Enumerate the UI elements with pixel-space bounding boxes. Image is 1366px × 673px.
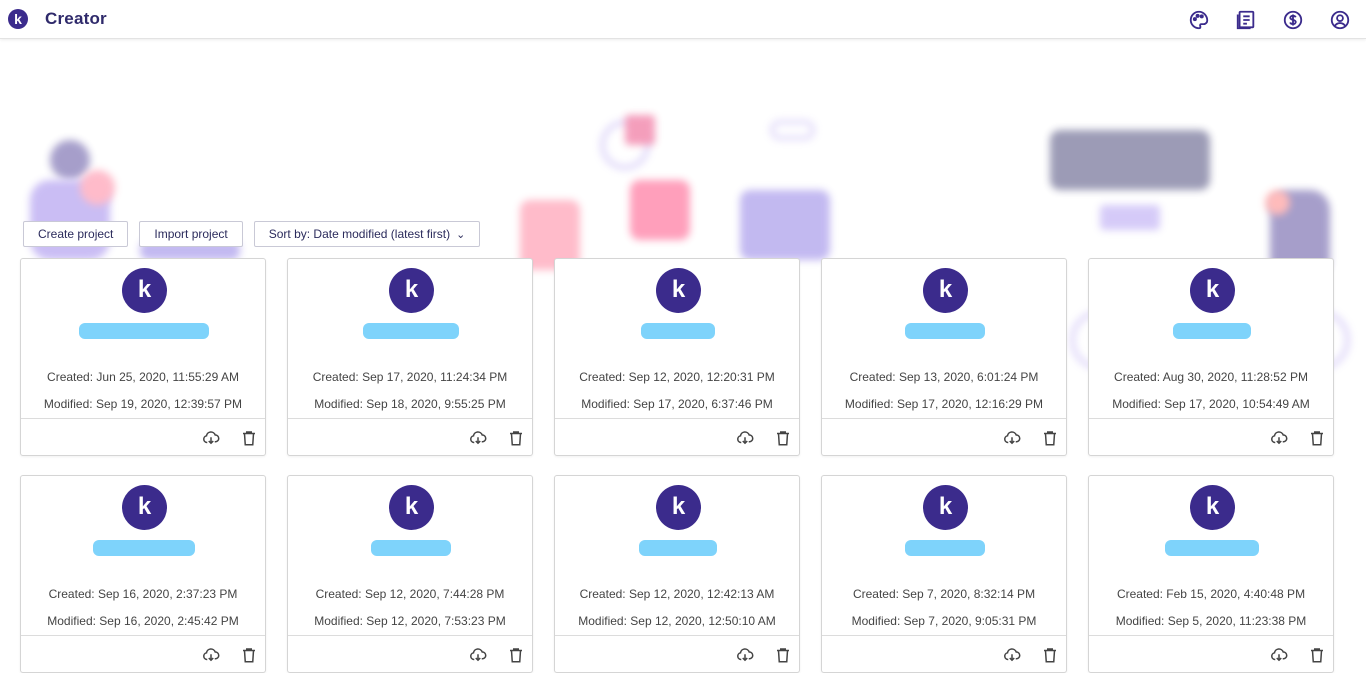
project-name-redacted[interactable] [1165, 540, 1259, 556]
project-avatar[interactable]: k [656, 268, 701, 313]
card-footer [555, 635, 799, 673]
trash-icon[interactable] [1040, 645, 1060, 665]
chevron-down-icon: ⌄ [456, 228, 466, 241]
trash-icon[interactable] [239, 428, 259, 448]
project-modified-date: Modified: Sep 19, 2020, 12:39:57 PM [43, 397, 243, 411]
trash-icon[interactable] [1040, 428, 1060, 448]
download-icon[interactable] [201, 428, 221, 448]
card-footer [822, 418, 1066, 456]
project-modified-date: Modified: Sep 17, 2020, 6:37:46 PM [581, 397, 773, 411]
project-toolbar: Create project Import project Sort by: D… [23, 221, 481, 247]
project-created-date: Created: Aug 30, 2020, 11:28:52 PM [1114, 370, 1308, 384]
project-name-redacted[interactable] [79, 323, 209, 339]
project-created-date: Created: Sep 17, 2020, 11:24:34 PM [312, 370, 508, 384]
project-avatar[interactable]: k [923, 268, 968, 313]
project-modified-date: Modified: Sep 7, 2020, 9:05:31 PM [851, 614, 1037, 628]
project-name-redacted[interactable] [641, 323, 715, 339]
project-created-date: Created: Sep 13, 2020, 6:01:24 PM [849, 370, 1039, 384]
trash-icon[interactable] [773, 645, 793, 665]
project-modified-date: Modified: Sep 18, 2020, 9:55:25 PM [314, 397, 506, 411]
project-card[interactable]: k Created: Feb 15, 2020, 4:40:48 PM Modifi… [1088, 475, 1334, 673]
download-icon[interactable] [1002, 428, 1022, 448]
top-bar: k Creator [0, 0, 1366, 39]
sort-label: Sort by: Date modified (latest first) [268, 227, 451, 241]
project-created-date: Created: Sep 12, 2020, 12:20:31 PM [579, 370, 775, 384]
project-name-redacted[interactable] [905, 323, 985, 339]
trash-icon[interactable] [773, 428, 793, 448]
project-created-date: Created: Sep 12, 2020, 7:44:28 PM [315, 587, 505, 601]
project-modified-date: Modified: Sep 16, 2020, 2:45:42 PM [47, 614, 239, 628]
import-project-button[interactable]: Import project [139, 221, 243, 247]
project-created-date: Created: Sep 7, 2020, 8:32:14 PM [852, 587, 1036, 601]
download-icon[interactable] [1269, 645, 1289, 665]
download-icon[interactable] [468, 645, 488, 665]
project-avatar[interactable]: k [389, 268, 434, 313]
download-icon[interactable] [735, 428, 755, 448]
download-icon[interactable] [1002, 645, 1022, 665]
project-name-redacted[interactable] [363, 323, 459, 339]
download-icon[interactable] [468, 428, 488, 448]
project-avatar[interactable]: k [656, 485, 701, 530]
project-name-redacted[interactable] [1173, 323, 1251, 339]
card-footer [21, 418, 265, 456]
card-footer [288, 635, 532, 673]
account-icon[interactable] [1328, 8, 1352, 32]
project-card[interactable]: k Created: Jun 25, 2020, 11:55:29 AM Modif… [20, 258, 266, 456]
project-name-redacted[interactable] [371, 540, 451, 556]
trash-icon[interactable] [506, 645, 526, 665]
project-created-date: Created: Sep 16, 2020, 2:37:23 PM [48, 587, 238, 601]
app-title[interactable]: Creator [45, 9, 107, 29]
card-footer [288, 418, 532, 456]
card-footer [1089, 418, 1333, 456]
project-name-redacted[interactable] [639, 540, 717, 556]
project-avatar[interactable]: k [122, 268, 167, 313]
sort-dropdown[interactable]: Sort by: Date modified (latest first) ⌄ [253, 221, 481, 247]
project-created-date: Created: Feb 15, 2020, 4:40:48 PM [1116, 587, 1306, 601]
document-list-icon[interactable] [1234, 8, 1258, 32]
project-avatar[interactable]: k [923, 485, 968, 530]
project-modified-date: Modified: Sep 17, 2020, 12:16:29 PM [844, 397, 1044, 411]
project-card[interactable]: k Created: Sep 7, 2020, 8:32:14 PM Modifie… [821, 475, 1067, 673]
project-name-redacted[interactable] [905, 540, 985, 556]
project-name-redacted[interactable] [93, 540, 195, 556]
project-created-date: Created: Sep 12, 2020, 12:42:13 AM [579, 587, 775, 601]
create-project-button[interactable]: Create project [23, 221, 129, 247]
palette-icon[interactable] [1187, 8, 1211, 32]
download-icon[interactable] [1269, 428, 1289, 448]
project-modified-date: Modified: Sep 12, 2020, 7:53:23 PM [314, 614, 506, 628]
project-modified-date: Modified: Sep 12, 2020, 12:50:10 AM [578, 614, 776, 628]
card-footer [555, 418, 799, 456]
project-modified-date: Modified: Sep 5, 2020, 11:23:38 PM [1115, 614, 1307, 628]
project-created-date: Created: Jun 25, 2020, 11:55:29 AM [47, 370, 239, 384]
project-card[interactable]: k Created: Sep 16, 2020, 2:37:23 PM Modifi… [20, 475, 266, 673]
project-card[interactable]: k Created: Sep 12, 2020, 12:20:31 PM Modif… [554, 258, 800, 456]
project-card[interactable]: k Created: Sep 17, 2020, 11:24:34 PM Modif… [287, 258, 533, 456]
project-avatar[interactable]: k [122, 485, 167, 530]
project-card[interactable]: k Created: Sep 13, 2020, 6:01:24 PM Modifi… [821, 258, 1067, 456]
project-card[interactable]: k Created: Aug 30, 2020, 11:28:52 PM Modif… [1088, 258, 1334, 456]
project-modified-date: Modified: Sep 17, 2020, 10:54:49 AM [1112, 397, 1310, 411]
project-avatar[interactable]: k [1190, 268, 1235, 313]
header-actions [1187, 8, 1352, 32]
download-icon[interactable] [201, 645, 221, 665]
card-footer [21, 635, 265, 673]
card-footer [1089, 635, 1333, 673]
trash-icon[interactable] [506, 428, 526, 448]
dollar-icon[interactable] [1281, 8, 1305, 32]
trash-icon[interactable] [1307, 428, 1327, 448]
project-card[interactable]: k Created: Sep 12, 2020, 7:44:28 PM Modifi… [287, 475, 533, 673]
trash-icon[interactable] [1307, 645, 1327, 665]
download-icon[interactable] [735, 645, 755, 665]
project-avatar[interactable]: k [389, 485, 434, 530]
trash-icon[interactable] [239, 645, 259, 665]
card-footer [822, 635, 1066, 673]
project-avatar[interactable]: k [1190, 485, 1235, 530]
project-card[interactable]: k Created: Sep 12, 2020, 12:42:13 AM Modif… [554, 475, 800, 673]
app-logo[interactable]: k [8, 9, 28, 29]
